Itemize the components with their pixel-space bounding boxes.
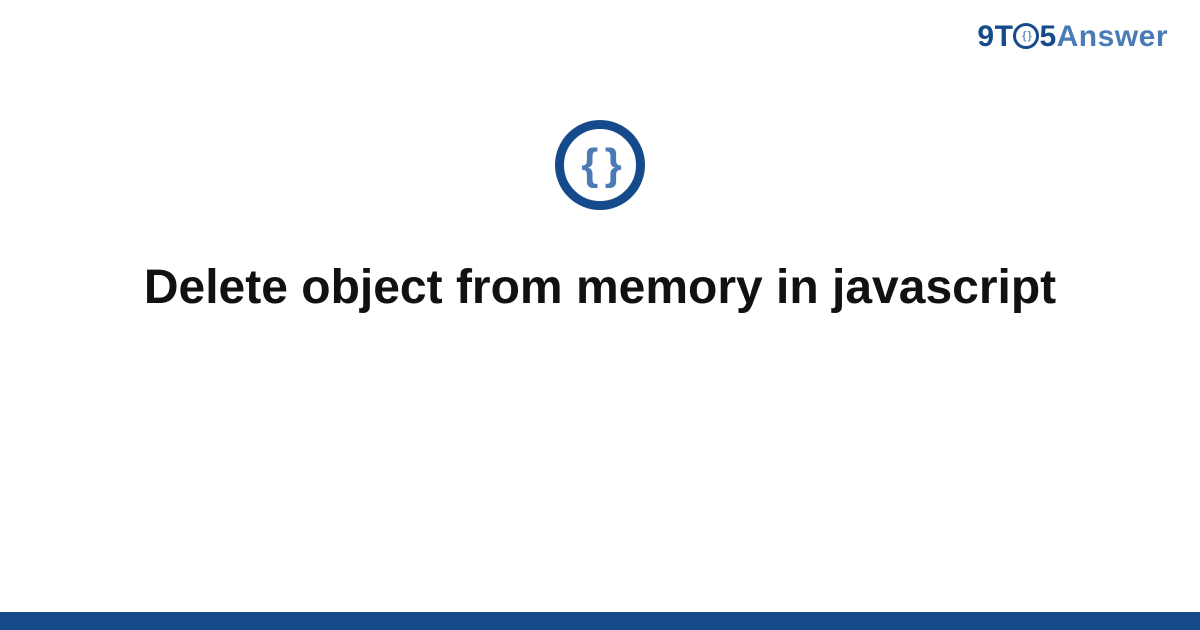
logo-o-ring-icon: { } (1013, 23, 1039, 49)
braces-icon: { } (581, 143, 618, 187)
logo-o-icon: { } (1013, 23, 1039, 49)
site-logo: 9T { } 5Answer (977, 20, 1168, 54)
logo-char-9: 9 (977, 20, 994, 53)
page-title: Delete object from memory in javascript (144, 258, 1056, 318)
logo-word-answer: Answer (1057, 20, 1168, 53)
topic-badge-icon: { } (555, 120, 645, 210)
logo-o-braces-icon: { } (1022, 30, 1031, 42)
logo-char-5: 5 (1039, 20, 1056, 53)
logo-char-t: T (995, 20, 1014, 53)
main-content: { } Delete object from memory in javascr… (0, 120, 1200, 318)
footer-accent-bar (0, 612, 1200, 630)
